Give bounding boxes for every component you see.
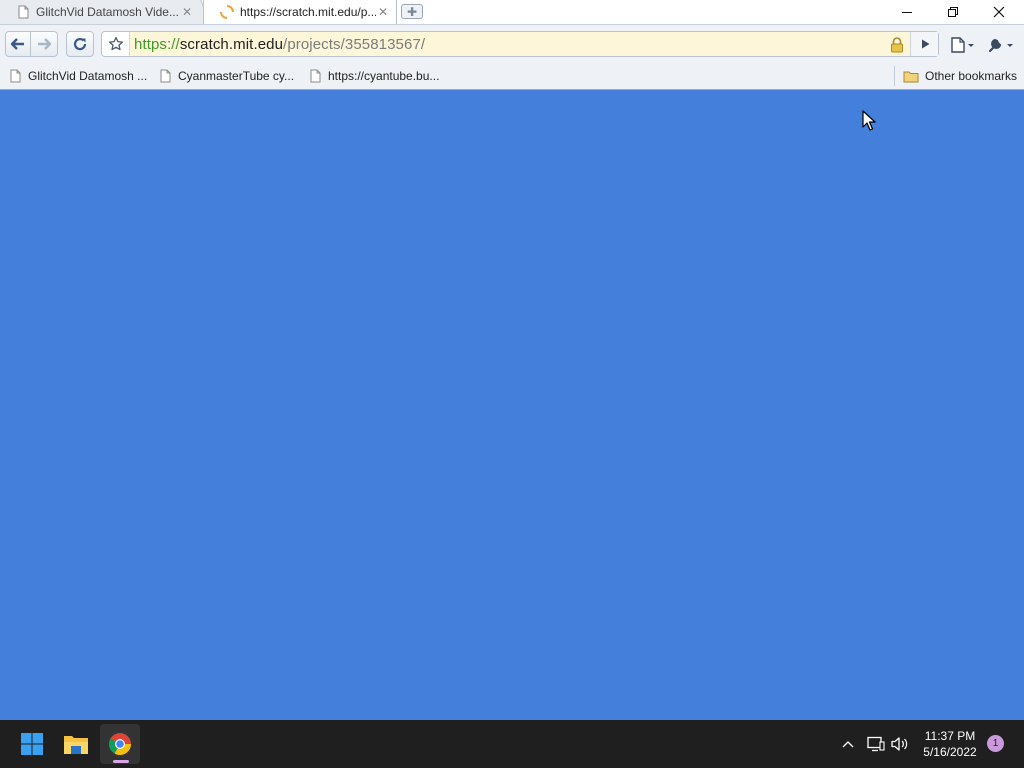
other-bookmarks-label: Other bookmarks <box>925 69 1018 83</box>
page-menu-icon <box>951 37 974 53</box>
start-button[interactable] <box>12 724 52 764</box>
new-tab-button[interactable]: ✚ <box>401 4 423 19</box>
bookmark-item[interactable]: GlitchVid Datamosh ... <box>8 67 147 85</box>
page-icon <box>310 69 321 83</box>
wrench-menu-button[interactable] <box>985 35 1017 55</box>
network-tray-button[interactable] <box>865 734 887 754</box>
folder-icon <box>903 71 919 83</box>
bookmark-label: CyanmasterTube cy... <box>178 69 295 83</box>
back-button[interactable] <box>5 31 31 57</box>
bookmarks-bar: GlitchVid Datamosh ... CyanmasterTube cy… <box>0 62 1024 90</box>
star-icon <box>108 36 123 51</box>
minimize-icon <box>902 12 912 13</box>
folder-icon <box>64 736 88 754</box>
bookmark-item[interactable]: https://cyantube.bu... <box>308 67 439 85</box>
bookmarks-divider <box>894 66 895 86</box>
address-bar[interactable]: https://scratch.mit.edu/projects/3558135… <box>101 31 939 57</box>
tab-strip: GlitchVid Datamosh Vide... ✕ https://scr… <box>0 0 1024 24</box>
taskbar: 11:37 PM 5/16/2022 <box>0 720 1024 768</box>
chrome-icon <box>109 733 131 755</box>
bookmark-label: GlitchVid Datamosh ... <box>28 69 148 83</box>
back-arrow-icon <box>10 38 24 50</box>
tab-title: GlitchVid Datamosh Vide... <box>36 5 179 19</box>
browser-toolbar: https://scratch.mit.edu/projects/3558135… <box>0 24 1024 62</box>
other-bookmarks-button[interactable]: Other bookmarks <box>903 67 1017 85</box>
bookmark-star-button[interactable] <box>102 32 130 56</box>
volume-tray-button[interactable] <box>889 734 911 754</box>
tab-close-icon[interactable]: ✕ <box>376 5 390 19</box>
restore-button[interactable] <box>930 0 976 24</box>
lock-icon[interactable] <box>890 37 904 53</box>
page-icon <box>160 69 171 83</box>
bookmark-label: https://cyantube.bu... <box>328 69 440 83</box>
clock-date: 5/16/2022 <box>923 745 977 759</box>
show-hidden-icons-button[interactable] <box>838 734 858 754</box>
play-icon <box>921 39 929 49</box>
reload-icon <box>73 37 87 51</box>
url-host: scratch.mit.edu <box>179 35 284 53</box>
url-text[interactable]: https://scratch.mit.edu/projects/3558135… <box>130 36 425 53</box>
url-scheme: https:// <box>134 35 180 53</box>
tab-scratch[interactable]: https://scratch.mit.edu/p... ✕ <box>203 0 397 24</box>
chrome-taskbar-button[interactable] <box>100 724 140 764</box>
page-icon <box>18 5 29 19</box>
clock-time: 11:37 PM <box>924 729 976 743</box>
windows-logo-icon <box>21 733 43 755</box>
close-window-button[interactable] <box>976 0 1022 24</box>
tab-glitchvid[interactable]: GlitchVid Datamosh Vide... ✕ <box>0 0 200 24</box>
tab-title: https://scratch.mit.edu/p... <box>240 5 376 19</box>
forward-arrow-icon <box>38 38 52 50</box>
mouse-cursor-icon <box>862 110 876 131</box>
wrench-icon <box>988 38 1013 53</box>
minimize-button[interactable] <box>884 0 930 24</box>
loading-icon <box>220 5 234 19</box>
plus-icon: ✚ <box>406 4 418 19</box>
tab-close-icon[interactable]: ✕ <box>180 5 194 19</box>
chevron-up-icon <box>842 741 854 748</box>
go-button[interactable] <box>910 32 938 56</box>
bookmark-item[interactable]: CyanmasterTube cy... <box>158 67 294 85</box>
reload-button[interactable] <box>66 31 94 57</box>
url-path: /projects/355813567/ <box>283 35 426 53</box>
speaker-icon <box>891 737 908 751</box>
taskbar-clock[interactable]: 11:37 PM 5/16/2022 <box>915 728 985 760</box>
close-icon <box>993 6 1005 18</box>
active-app-indicator <box>113 760 129 763</box>
network-icon <box>867 736 885 752</box>
page-menu-button[interactable] <box>947 35 977 55</box>
forward-button[interactable] <box>30 31 58 57</box>
restore-icon <box>948 7 958 17</box>
file-explorer-button[interactable] <box>56 724 96 764</box>
page-content[interactable] <box>0 90 1024 720</box>
notification-badge[interactable]: 1 <box>987 735 1004 752</box>
page-icon <box>10 69 21 83</box>
